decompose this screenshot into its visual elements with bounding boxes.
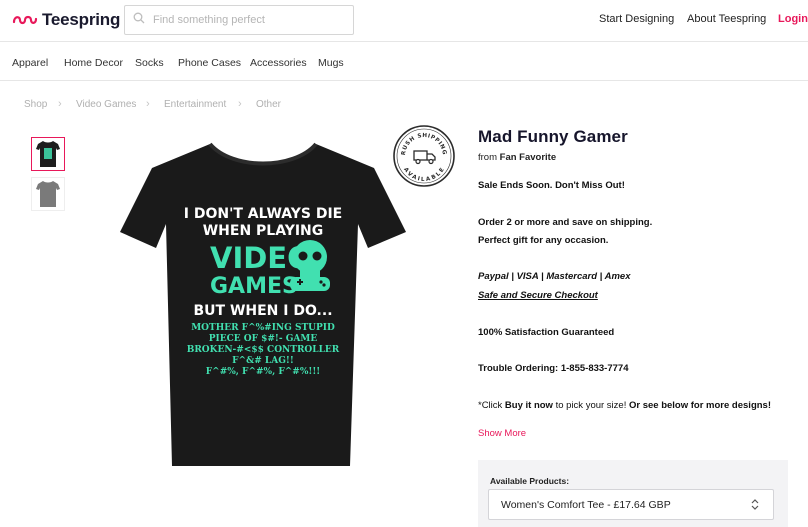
payment-methods: Paypal | VISA | Mastercard | Amex [478, 271, 631, 282]
category-nav: Apparel Home Decor Socks Phone Cases Acc… [0, 43, 808, 81]
guarantee-text: 100% Satisfaction Guaranteed [478, 327, 615, 338]
breadcrumb-item[interactable]: Shop [24, 99, 47, 110]
click-mid: to pick your size! [552, 400, 629, 411]
available-products-label: Available Products: [490, 476, 570, 486]
tshirt-thumbnail-icon [36, 141, 60, 167]
print-line-9: F^&# LAG!! [232, 356, 294, 366]
chevron-right-icon: › [58, 98, 62, 110]
chevron-right-icon: › [146, 98, 150, 110]
order-text: Order 2 or more and save on shipping. [478, 217, 653, 228]
about-teespring-link[interactable]: About Teespring [687, 13, 766, 25]
product-select[interactable]: Women's Comfort Tee - £17.64 GBP [488, 489, 774, 520]
product-image[interactable]: I DON'T ALWAYS DIE WHEN PLAYING VIDEO GA… [118, 140, 408, 470]
rush-shipping-badge: RUSH SHIPPING AVAILABLE [393, 125, 455, 187]
print-line-6: MOTHER F^%#ING STUPID [191, 323, 335, 333]
print-line-2: WHEN PLAYING [203, 223, 324, 239]
category-phone-cases[interactable]: Phone Cases [178, 57, 241, 69]
product-title: Mad Funny Gamer [478, 127, 628, 146]
store-link[interactable]: Fan Favorite [500, 152, 557, 163]
click-bold-2: Or see below for more designs! [628, 400, 771, 411]
product-seller: from Fan Favorite [478, 152, 556, 163]
breadcrumb-item[interactable]: Entertainment [164, 99, 226, 110]
click-pre: *Click [478, 400, 505, 411]
thumbnail-grey-tee[interactable] [31, 177, 65, 211]
search-input[interactable] [153, 14, 343, 26]
tshirt-image: I DON'T ALWAYS DIE WHEN PLAYING VIDEO GA… [120, 142, 406, 466]
teespring-logo-icon [12, 13, 38, 27]
category-socks[interactable]: Socks [135, 57, 164, 69]
click-instructions: *Click Buy it now to pick your size! Or … [478, 400, 771, 411]
from-prefix: from [478, 152, 497, 163]
selected-product: Women's Comfort Tee - £17.64 GBP [501, 498, 671, 511]
top-header: Teespring Start Designing About Teesprin… [0, 0, 808, 42]
category-apparel[interactable]: Apparel [12, 57, 48, 69]
category-accessories[interactable]: Accessories [250, 57, 307, 69]
breadcrumb-item[interactable]: Other [256, 99, 281, 110]
select-arrows-icon [751, 498, 759, 514]
category-home-decor[interactable]: Home Decor [64, 57, 123, 69]
print-line-1: I DON'T ALWAYS DIE [184, 206, 343, 222]
logo-text: Teespring [42, 10, 121, 29]
category-mugs[interactable]: Mugs [318, 57, 344, 69]
breadcrumb-item[interactable]: Video Games [76, 99, 136, 110]
available-products-panel: Available Products: Women's Comfort Tee … [478, 460, 788, 527]
print-line-4: GAMES [210, 274, 298, 299]
print-line-10: F^#%, F^#%, F^#%!!! [206, 367, 320, 377]
trouble-ordering-text: Trouble Ordering: 1-855-833-7774 [478, 363, 629, 374]
start-designing-link[interactable]: Start Designing [599, 13, 674, 25]
chevron-right-icon: › [238, 98, 242, 110]
show-more-link[interactable]: Show More [478, 428, 526, 439]
print-line-7: PIECE OF $#!- GAME [209, 334, 318, 344]
print-line-8: BROKEN-#<$$ CONTROLLER [187, 345, 340, 355]
print-line-5: BUT WHEN I DO... [193, 303, 332, 319]
search-icon [133, 11, 145, 29]
gift-text: Perfect gift for any occasion. [478, 235, 609, 246]
click-bold-1: Buy it now [504, 400, 553, 411]
search-box[interactable] [124, 5, 354, 35]
logo[interactable]: Teespring [12, 10, 120, 30]
tshirt-thumbnail-icon [36, 181, 60, 207]
skull-controller-icon [290, 240, 330, 291]
login-link[interactable]: Login [778, 13, 808, 25]
secure-checkout-link[interactable]: Safe and Secure Checkout [478, 290, 598, 301]
thumbnail-black-tee[interactable] [31, 137, 65, 171]
sale-text: Sale Ends Soon. Don't Miss Out! [478, 180, 625, 191]
